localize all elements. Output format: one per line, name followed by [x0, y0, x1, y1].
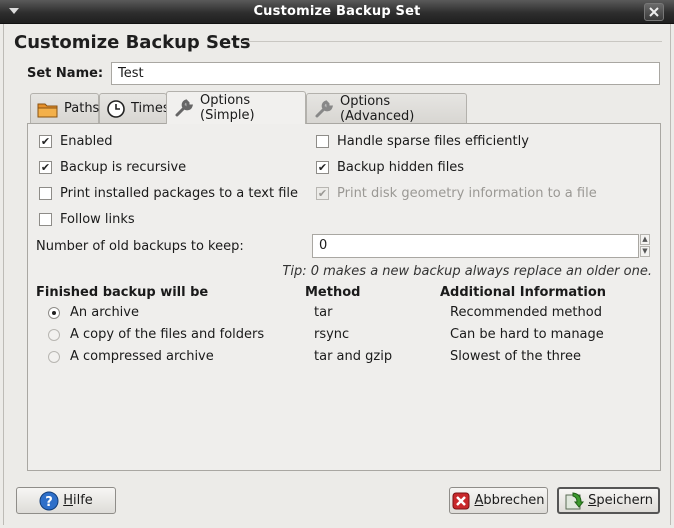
- folder-icon: [37, 98, 59, 120]
- tab-label: Options (Simple): [200, 93, 255, 123]
- heading-divider: [242, 41, 662, 42]
- page-title: Customize Backup Sets: [14, 32, 251, 53]
- save-button[interactable]: Speichern: [557, 487, 660, 514]
- old-backups-spinner[interactable]: 0: [312, 234, 639, 258]
- help-label: ilfe: [72, 493, 93, 508]
- follow-links-checkbox[interactable]: Follow links: [39, 212, 135, 227]
- spin-up-icon[interactable]: ▲: [640, 234, 650, 245]
- save-mnemonic: S: [588, 493, 597, 508]
- radio-button[interactable]: [48, 306, 60, 319]
- save-label: peichern: [596, 493, 653, 508]
- checkbox-box[interactable]: [316, 135, 329, 148]
- radio-button[interactable]: [48, 350, 60, 363]
- set-name-input[interactable]: Test: [111, 62, 660, 85]
- close-icon: [649, 7, 659, 17]
- old-backups-label: Number of old backups to keep:: [36, 239, 244, 254]
- tab-times[interactable]: Times: [99, 93, 170, 123]
- checkbox-box[interactable]: [39, 187, 52, 200]
- print-packages-checkbox[interactable]: Print installed packages to a text file: [39, 186, 298, 201]
- tab-label: Paths: [64, 101, 100, 116]
- tab-paths[interactable]: Paths: [30, 93, 99, 123]
- help-mnemonic: H: [63, 493, 73, 508]
- checkbox-label: Backup hidden files: [337, 160, 465, 175]
- cancel-button[interactable]: Abbrechen: [449, 487, 548, 514]
- window-title: Customize Backup Set: [253, 4, 421, 19]
- radio-archive[interactable]: An archive: [48, 305, 139, 320]
- column-header-format: Finished backup will be: [36, 285, 209, 300]
- title-bar[interactable]: Customize Backup Set: [0, 0, 674, 24]
- wrench-icon: [313, 98, 335, 120]
- checkbox-box[interactable]: ✔: [39, 135, 52, 148]
- tab-label: Options (Advanced): [340, 93, 415, 124]
- sparse-files-checkbox[interactable]: Handle sparse files efficiently: [316, 134, 529, 149]
- tab-options-simple[interactable]: Options (Simple): [166, 91, 306, 124]
- save-icon: [564, 491, 585, 511]
- set-name-label: Set Name:: [27, 66, 104, 81]
- radio-label: A compressed archive: [70, 349, 214, 364]
- radio-compressed[interactable]: A compressed archive: [48, 349, 214, 364]
- checkbox-label: Print installed packages to a text file: [60, 186, 298, 201]
- column-header-method: Method: [305, 285, 361, 300]
- backup-dialog-window: Customize Backup Set Customize Backup Se…: [0, 0, 674, 528]
- checkbox-box[interactable]: [39, 213, 52, 226]
- checkbox-label: Enabled: [60, 134, 113, 149]
- close-button[interactable]: [644, 3, 664, 21]
- method-cell: tar and gzip: [314, 349, 393, 364]
- dialog-body: Customize Backup Sets Set Name: Test Pat…: [3, 24, 671, 525]
- info-cell: Recommended method: [450, 305, 602, 320]
- options-panel: ✔ Enabled ✔ Backup is recursive Print in…: [27, 123, 661, 471]
- disk-geometry-checkbox: ✔ Print disk geometry information to a f…: [316, 186, 597, 201]
- enabled-checkbox[interactable]: ✔ Enabled: [39, 134, 113, 149]
- method-cell: tar: [314, 305, 333, 320]
- checkbox-label: Handle sparse files efficiently: [337, 134, 529, 149]
- wrench-icon: [173, 97, 195, 119]
- radio-button[interactable]: [48, 328, 60, 341]
- info-cell: Can be hard to manage: [450, 327, 604, 342]
- cancel-label: bbrechen: [483, 493, 545, 508]
- spin-down-icon[interactable]: ▼: [640, 246, 650, 257]
- cancel-icon: [452, 491, 470, 511]
- recursive-checkbox[interactable]: ✔ Backup is recursive: [39, 160, 186, 175]
- spinner-buttons: ▲ ▼: [640, 234, 652, 258]
- column-header-info: Additional Information: [440, 285, 607, 300]
- cancel-mnemonic: A: [474, 493, 484, 508]
- radio-label: A copy of the files and folders: [70, 327, 265, 342]
- checkbox-label: Print disk geometry information to a fil…: [337, 186, 597, 201]
- help-button[interactable]: ? Hilfe: [16, 487, 116, 514]
- checkbox-box[interactable]: ✔: [316, 161, 329, 174]
- tab-options-advanced[interactable]: Options (Advanced): [306, 93, 467, 124]
- checkbox-label: Follow links: [60, 212, 135, 227]
- clock-icon: [106, 98, 126, 120]
- help-icon: ?: [39, 491, 59, 511]
- info-cell: Slowest of the three: [450, 349, 581, 364]
- checkbox-box: ✔: [316, 187, 329, 200]
- checkbox-label: Backup is recursive: [60, 160, 187, 175]
- checkbox-box[interactable]: ✔: [39, 161, 52, 174]
- radio-copy[interactable]: A copy of the files and folders: [48, 327, 264, 342]
- tip-text: Tip: 0 makes a new backup always replace…: [282, 264, 652, 279]
- tab-label: Times: [131, 101, 170, 116]
- hidden-files-checkbox[interactable]: ✔ Backup hidden files: [316, 160, 464, 175]
- svg-text:?: ?: [45, 495, 53, 510]
- method-cell: rsync: [314, 327, 350, 342]
- radio-label: An archive: [70, 305, 139, 320]
